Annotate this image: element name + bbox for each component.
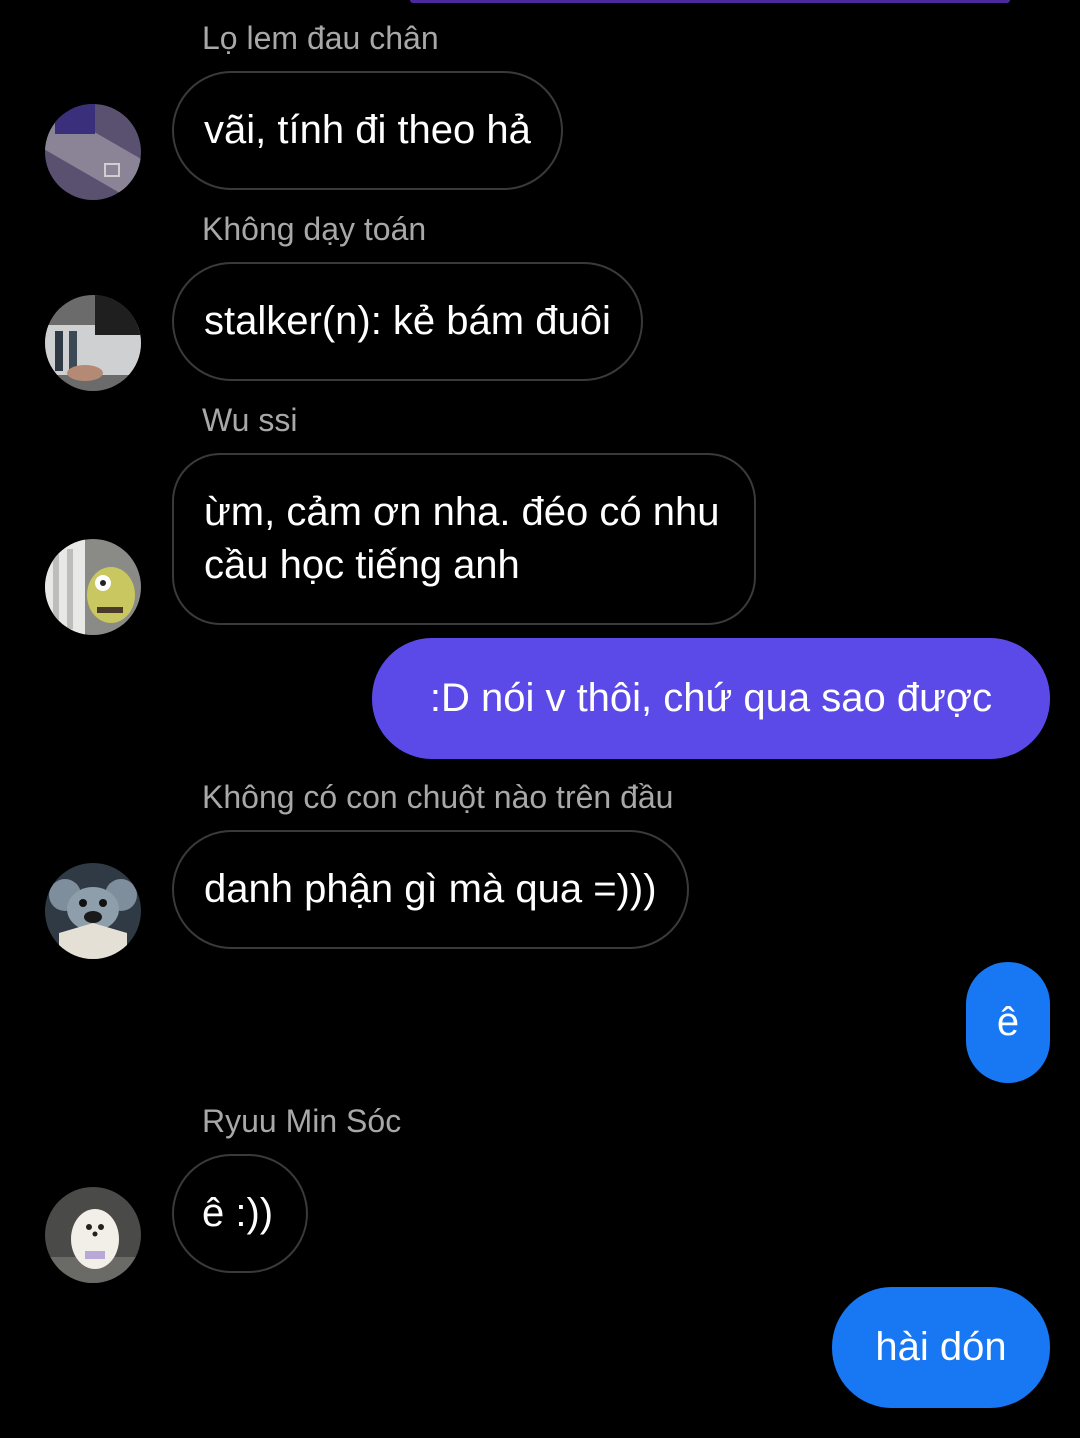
message-text: ừm, cảm ơn nha. đéo có nhu cầu học tiếng… [204, 490, 720, 587]
records-avatar-icon[interactable] [45, 295, 141, 391]
sender-name: Wu ssi [202, 402, 298, 438]
incoming-message-bubble[interactable]: ê :)) [172, 1154, 308, 1273]
message-text: danh phận gì mà qua =))) [204, 867, 657, 911]
incoming-message-bubble[interactable]: danh phận gì mà qua =))) [172, 830, 689, 949]
sender-name: Không dạy toán [202, 211, 427, 247]
incoming-message-bubble[interactable]: stalker(n): kẻ bám đuôi [172, 262, 643, 381]
puppy-avatar-icon[interactable] [45, 1187, 141, 1283]
outgoing-message-bubble[interactable]: :D nói v thôi, chứ qua sao được [372, 638, 1050, 759]
message-text: hài dón [875, 1325, 1007, 1369]
message-text: vãi, tính đi theo hả [204, 108, 531, 152]
outgoing-message-bubble[interactable]: hài dón [832, 1287, 1050, 1408]
sender-name: Ryuu Min Sóc [202, 1103, 402, 1139]
plush-toy-avatar-icon[interactable] [45, 539, 141, 635]
incoming-message-bubble[interactable]: vãi, tính đi theo hả [172, 71, 563, 190]
mouse-avatar-icon[interactable] [45, 863, 141, 959]
outgoing-message-bubble[interactable]: ê [966, 962, 1050, 1083]
message-text: :D nói v thôi, chứ qua sao được [429, 676, 993, 720]
message-text: ê [996, 1000, 1020, 1044]
message-text: stalker(n): kẻ bám đuôi [204, 299, 611, 343]
sender-name: Lọ lem đau chân [202, 20, 439, 56]
top-accent-strip [410, 0, 1010, 3]
sender-name: Không có con chuột nào trên đầu [202, 779, 674, 815]
message-text: ê :)) [202, 1191, 274, 1235]
dance-mat-avatar-icon[interactable] [45, 104, 141, 200]
incoming-message-bubble[interactable]: ừm, cảm ơn nha. đéo có nhu cầu học tiếng… [172, 453, 756, 625]
